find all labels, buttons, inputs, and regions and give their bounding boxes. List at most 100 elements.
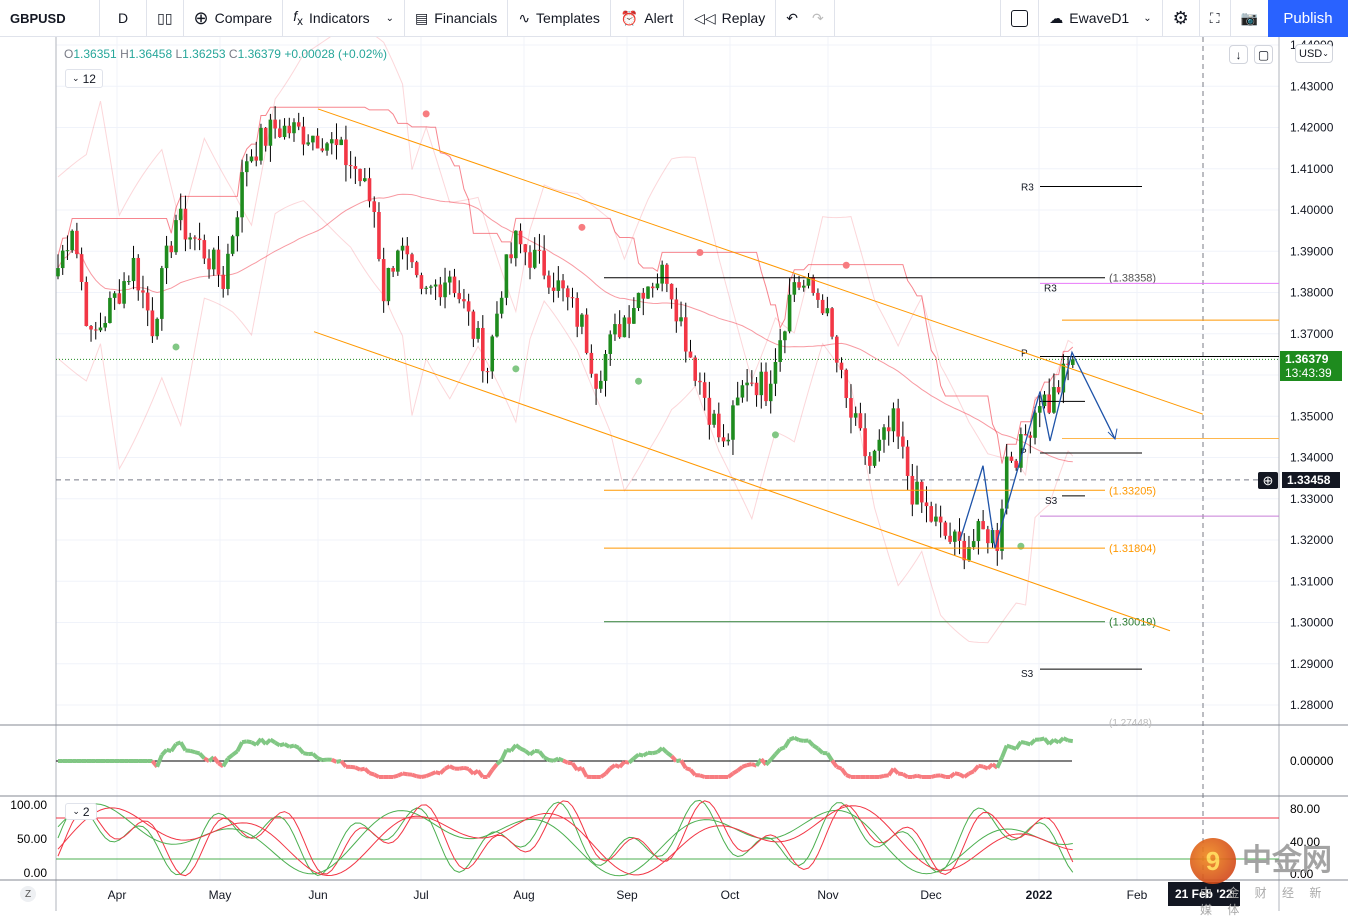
undo-icon[interactable]: ↶ (786, 10, 798, 27)
candle-down (372, 201, 376, 212)
candle-up (429, 286, 433, 287)
add-alert-plus-icon[interactable]: ⊕ (1258, 472, 1278, 489)
oscillator-segment (190, 751, 195, 752)
screenshot-button[interactable]: 📷 (1231, 0, 1268, 37)
candle-down (868, 456, 872, 466)
stop-dot-red (423, 110, 430, 117)
candle-down (1047, 395, 1051, 413)
close-value: 1.36379 (238, 47, 281, 61)
candle-down (184, 209, 188, 240)
pane3-collapse-button[interactable]: ⌄2 (65, 803, 97, 820)
price-axis-label: 1.37000 (1290, 327, 1334, 341)
candle-down (453, 277, 457, 294)
stop-dot-green (635, 378, 642, 385)
chart-type-button[interactable]: ▯▯ (147, 0, 183, 37)
oscillator-segment (497, 760, 502, 764)
oscillator-segment (903, 774, 908, 777)
indicators-collapse-button[interactable]: ⌄12 (65, 69, 103, 88)
candle-up (292, 122, 296, 133)
oscillator-segment (417, 776, 422, 777)
candle-down (151, 310, 155, 336)
candle-down (316, 136, 320, 149)
oscillator-segment (1059, 738, 1064, 742)
oscillator-segment (738, 767, 743, 771)
arrow-down-icon: ↓ (1236, 48, 1242, 62)
candle-down (665, 265, 669, 284)
candle-down (571, 297, 575, 298)
oscillator-segment (280, 744, 285, 745)
candle-up (778, 340, 782, 362)
candle-down (986, 529, 990, 543)
chevron-down-icon[interactable]: ⌄ (1143, 13, 1151, 24)
trailing-stop-red (58, 107, 1073, 463)
oscillator-segment (794, 738, 799, 740)
maximize-pane-button[interactable]: ▢ (1254, 45, 1273, 64)
top-toolbar: GBPUSD D ▯▯ ⊕ Compare fxIndicators⌄ ▤Fina… (0, 0, 1348, 37)
candle-down (566, 288, 570, 297)
alert-button[interactable]: ⏰Alert (611, 0, 684, 37)
cloud-icon: ☁ (1049, 10, 1063, 27)
plus-circle-icon: ⊕ (194, 8, 209, 29)
stop-dot-green (512, 365, 519, 372)
candle-down (344, 140, 348, 166)
oscillator-segment (893, 769, 898, 774)
oscillator-segment (799, 740, 804, 741)
timezone-z-button[interactable]: Z (20, 886, 36, 902)
candle-down (594, 374, 598, 389)
oscillator-segment (341, 761, 346, 767)
replay-button[interactable]: ◁◁Replay (684, 0, 776, 37)
price-axis-label: 1.43000 (1290, 79, 1334, 93)
scroll-to-latest-button[interactable]: ↓ (1229, 45, 1248, 64)
oscillator-segment (629, 758, 634, 762)
publish-button[interactable]: Publish (1268, 0, 1348, 37)
candle-up (363, 178, 367, 181)
candle-up (240, 172, 244, 217)
candle-down (509, 254, 513, 258)
layout-toggle-button[interactable] (1001, 0, 1039, 37)
candle-up (731, 405, 735, 439)
candle-up (741, 385, 745, 397)
oscillator-segment (285, 744, 290, 747)
candle-down (368, 178, 372, 201)
candle-up (1038, 406, 1042, 413)
candle-down (349, 165, 353, 166)
candle-down (467, 301, 471, 311)
financials-button[interactable]: ▤Financials (405, 0, 508, 37)
candle-up (632, 308, 636, 324)
indicators-button[interactable]: fxIndicators⌄ (283, 0, 405, 37)
candle-down (278, 128, 282, 137)
oscillator-segment (521, 749, 526, 751)
oscillator-segment (558, 759, 563, 761)
price-axis-label: 1.29000 (1290, 657, 1334, 671)
fullscreen-button[interactable]: ⛶ (1200, 0, 1231, 37)
symbol-search[interactable]: GBPUSD (0, 0, 100, 37)
candle-up (401, 246, 405, 251)
oscillator-segment (931, 776, 936, 777)
currency-select[interactable]: USD⌄ (1295, 44, 1333, 63)
price-axis-label: 1.41000 (1290, 162, 1334, 176)
candle-up (188, 237, 192, 239)
price-axis-label: 1.33000 (1290, 492, 1334, 506)
candle-down (962, 541, 966, 560)
compare-button[interactable]: ⊕ Compare (184, 0, 284, 37)
candle-down (585, 315, 589, 353)
layout-name-button[interactable]: ☁EwaveD1⌄ (1039, 0, 1162, 37)
compare-label: Compare (215, 10, 273, 26)
settings-button[interactable]: ⚙ (1163, 0, 1200, 37)
oscillator-segment (478, 771, 483, 777)
candle-up (953, 532, 957, 542)
templates-button[interactable]: ∿Templates (508, 0, 611, 37)
candle-down (481, 328, 485, 371)
chevron-down-icon: ⌄ (1322, 49, 1329, 58)
candle-down (925, 502, 929, 506)
interval-button[interactable]: D (100, 0, 147, 37)
oscillator-segment (403, 774, 408, 775)
chevron-down-icon[interactable]: ⌄ (386, 13, 394, 24)
redo-icon[interactable]: ↷ (812, 10, 824, 27)
oscillator-segment (620, 762, 625, 767)
candle-down (538, 250, 542, 251)
chart-canvas[interactable]: 1.440001.430001.420001.410001.400001.390… (0, 37, 1348, 911)
oscillator-segment (195, 752, 200, 753)
oscillator-segment (1030, 740, 1035, 745)
candle-up (99, 328, 103, 331)
